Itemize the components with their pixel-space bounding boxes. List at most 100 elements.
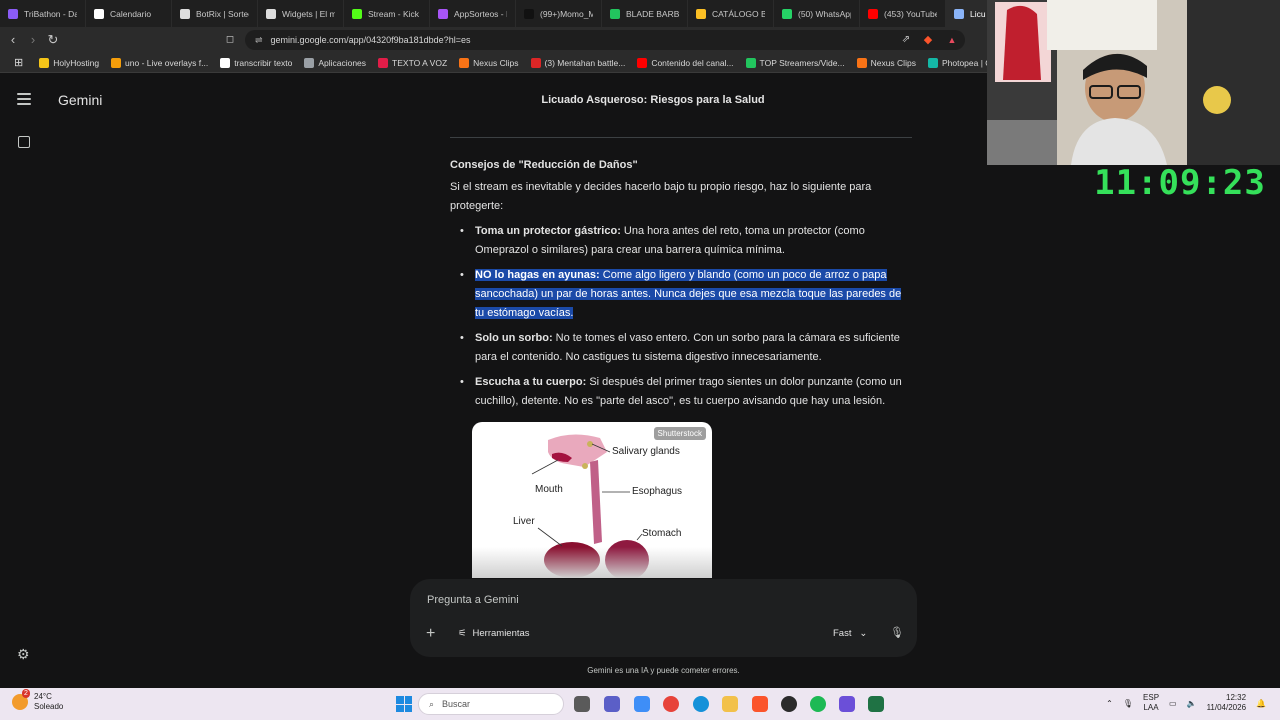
bookmark-label: Aplicaciones [318,57,367,68]
model-mode-button[interactable]: Fast ⌄ [833,628,867,639]
site-info-icon[interactable]: ⇌ [255,35,263,46]
menu-icon[interactable] [17,93,31,105]
bookmark-item[interactable]: HolyHosting [33,57,105,68]
browser-tab[interactable]: (50) WhatsApp [774,0,860,27]
gear-icon[interactable]: ⚙ [17,647,31,661]
bookmark-item[interactable]: transcribir texto [214,57,298,68]
prompt-box[interactable]: Pregunta a Gemini + ⚟ Herramientas Fast … [410,579,917,657]
browser-tab[interactable]: BotRix | Sorteo [172,0,258,27]
chrome-icon[interactable] [663,696,679,712]
webcam-overlay [987,0,1280,165]
browser-tab[interactable]: AppSorteos - I [430,0,516,27]
label-salivary-glands: Salivary glands [612,446,680,457]
tab-label: Licu [970,8,986,19]
tab-favicon-icon [266,8,276,19]
weather-widget[interactable]: 24°C Soleado 2 [12,689,64,712]
bookmark-item[interactable]: (3) Mentahan battle... [525,57,632,68]
bookmark-favicon-icon [39,57,50,68]
bullet-icon: • [460,225,464,237]
bookmark-label: TOP Streamers/Vide... [759,57,845,68]
back-icon[interactable]: ‹ [5,32,21,48]
browser-tab[interactable]: BLADE BARBE [602,0,688,27]
watermark-label: Shutterstock [653,427,706,440]
app-grid-icon[interactable] [839,696,855,712]
spotify-icon[interactable] [810,696,826,712]
browser-tab[interactable]: CATÁLOGO BL [688,0,774,27]
taskbar-search[interactable]: ⌕ Buscar [418,693,564,715]
bullet-icon: • [460,269,464,281]
brave-icon[interactable] [752,696,768,712]
browser-tab[interactable]: TriBathon - Da [0,0,86,27]
brave-shield-icon[interactable]: ◆ [920,32,936,48]
bookmark-item[interactable]: TOP Streamers/Vide... [740,57,851,68]
tip-text: Solo un sorbo: No te tomes el vaso enter… [475,332,900,363]
browser-tab[interactable]: Stream - Kick D [344,0,430,27]
bookmark-item[interactable]: Nexus Clips [851,57,922,68]
address-bar[interactable]: ⇌ gemini.google.com/app/04320f9ba181dbde… [245,30,965,50]
tab-label: Calendario [110,8,152,19]
browser-tab[interactable]: Calendario [86,0,172,27]
bookmark-label: Nexus Clips [870,57,916,68]
forward-icon[interactable]: › [25,32,41,48]
bookmark-item[interactable]: Nexus Clips [453,57,524,68]
tab-label: AppSorteos - I [454,8,507,19]
copilot-icon[interactable] [634,696,650,712]
bookmark-icon[interactable]: ◻ [222,32,238,48]
taskbar-search-placeholder: Buscar [442,699,471,709]
model-mode-label: Fast [833,628,852,639]
obs-icon[interactable] [781,696,797,712]
chevron-up-icon[interactable]: ⌃ [1106,699,1113,708]
microphone-icon[interactable]: 🎙 [890,626,904,639]
apps-grid-icon[interactable]: ⊞ [8,56,33,69]
teams-icon[interactable] [604,696,620,712]
windows-start-icon[interactable] [396,696,412,712]
bookmark-favicon-icon [459,57,470,68]
tip-title: Solo un sorbo: [475,332,553,344]
bookmark-item[interactable]: Aplicaciones [298,57,372,68]
weather-desc: Soleado [34,702,64,711]
chat-title[interactable]: Licuado Asqueroso: Riesgos para la Salud [450,94,856,106]
browser-tab[interactable]: Widgets | El m [258,0,344,27]
tab-label: Stream - Kick D [368,8,421,19]
reload-icon[interactable]: ↻ [45,32,61,48]
tip-item: • Solo un sorbo: No te tomes el vaso ente… [450,329,912,367]
prompt-input[interactable]: Pregunta a Gemini [427,594,519,606]
tab-favicon-icon [180,8,190,19]
notifications-icon[interactable]: 🔔 [1256,699,1266,708]
digestive-system-image[interactable]: Shutterstock Salivary glands Mouth Esoph… [472,422,712,578]
url-text: gemini.google.com/app/04320f9ba181dbde?h… [270,35,471,45]
tip-title: Toma un protector gástrico: [475,225,621,237]
bookmark-item[interactable]: Contenido del canal... [631,57,739,68]
tab-favicon-icon [94,8,104,19]
brave-rewards-icon[interactable]: ▲ [944,32,960,48]
task-view-icon[interactable] [574,696,590,712]
tab-favicon-icon [438,8,448,19]
clock-date[interactable]: 12:32 11/04/2026 [1207,693,1246,713]
edge-icon[interactable] [693,696,709,712]
bookmark-item[interactable]: uno - Live overlays f... [105,57,214,68]
share-icon[interactable]: ⇗ [898,32,914,48]
bullet-icon: • [460,376,464,388]
excel-icon[interactable] [868,696,884,712]
tab-favicon-icon [352,8,362,19]
browser-tab[interactable]: (99+)Momo_M [516,0,602,27]
volume-icon[interactable]: 🔈 [1187,699,1197,708]
tip-item: • Escucha a tu cuerpo: Si después del pri… [450,373,912,411]
webcam-feed-graphic [987,0,1280,165]
tools-button[interactable]: ⚟ Herramientas [458,628,530,639]
language-indicator[interactable]: ESP LAA [1143,693,1159,713]
intro-paragraph: Si el stream es inevitable y decides hac… [450,181,872,212]
add-icon[interactable]: + [426,626,435,642]
network-icon[interactable]: ▭ [1169,699,1177,708]
file-explorer-icon[interactable] [722,696,738,712]
microphone-tray-icon[interactable]: 🎙 [1123,699,1133,708]
bookmark-item[interactable]: TEXTO A VOZ [372,57,453,68]
tab-favicon-icon [8,8,18,19]
bookmark-label: uno - Live overlays f... [125,57,209,68]
tip-title: Escucha a tu cuerpo: [475,376,587,388]
browser-tab[interactable]: (453) YouTube [860,0,946,27]
new-chat-icon[interactable] [18,136,30,148]
bookmark-favicon-icon [927,57,938,68]
tab-label: (50) WhatsApp [798,8,851,19]
tip-title: NO lo hagas en ayunas: [475,269,600,281]
